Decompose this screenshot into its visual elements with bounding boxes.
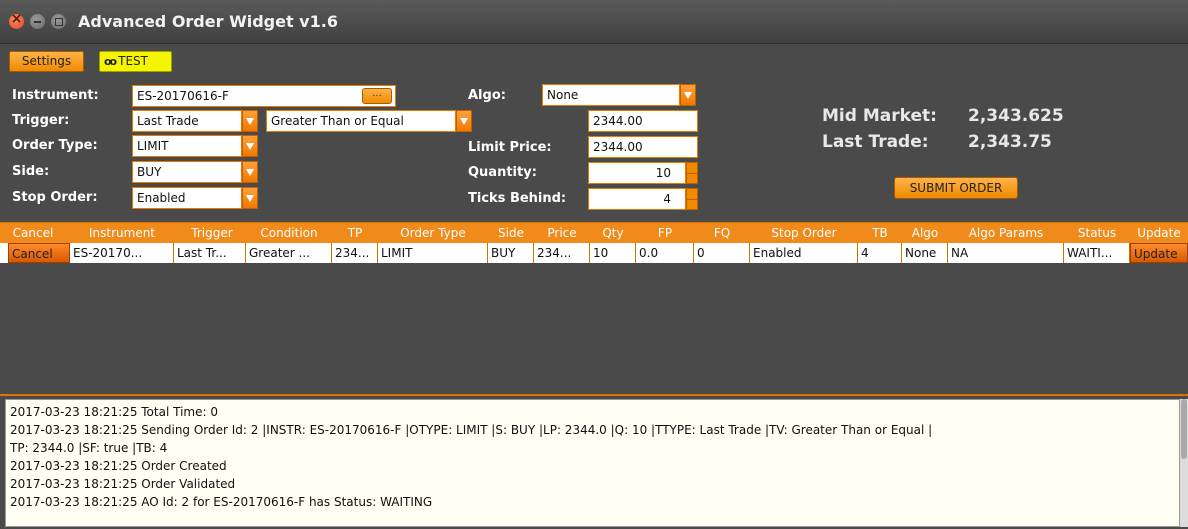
column-header[interactable]: Algo	[902, 223, 948, 243]
ticks-behind-spinner-icon[interactable]	[686, 188, 698, 210]
order-type-label: Order Type:	[12, 138, 98, 153]
log-line: 2017-03-23 18:21:25 AO Id: 2 for ES-2017…	[10, 495, 433, 509]
trigger-price-field[interactable]: 2344.00	[588, 110, 698, 132]
order-type-select[interactable]: LIMIT	[132, 135, 242, 157]
maximize-window-icon[interactable]	[51, 14, 66, 29]
trigger-select[interactable]: Last Trade	[132, 110, 242, 132]
table-cell-fq: 0	[694, 243, 750, 263]
column-header[interactable]: Trigger	[178, 223, 246, 243]
column-header[interactable]: Condition	[246, 223, 332, 243]
last-trade-value: 2,343.75	[968, 132, 1052, 152]
quantity-stepper[interactable]: 10	[588, 162, 686, 184]
table-row: Cancel ES-20170... Last Tr... Greater ..…	[0, 243, 1188, 263]
column-header[interactable]: Qty	[590, 223, 636, 243]
table-cell-algo: None	[902, 243, 948, 263]
cancel-order-button[interactable]: Cancel	[8, 243, 70, 263]
table-cell-stop-order: Enabled	[750, 243, 858, 263]
table-cell-qty: 10	[590, 243, 636, 263]
side-select[interactable]: BUY	[132, 161, 242, 183]
table-cell-instrument: ES-20170...	[70, 243, 174, 263]
log-line: 2017-03-23 18:21:25 Order Validated	[10, 477, 236, 491]
column-header[interactable]: Stop Order	[750, 223, 858, 243]
title-bar: Advanced Order Widget v1.6	[0, 0, 1188, 44]
table-cell-condition: Greater ...	[246, 243, 332, 263]
instrument-label: Instrument:	[12, 88, 99, 103]
column-header[interactable]: FP	[636, 223, 694, 243]
table-cell-algo-params: NA	[948, 243, 1064, 263]
order-type-dropdown-icon[interactable]	[242, 135, 258, 157]
side-dropdown-icon[interactable]	[242, 161, 258, 183]
mid-market-value: 2,343.625	[968, 106, 1064, 126]
log-line: 2017-03-23 18:21:25 Total Time: 0	[10, 405, 218, 419]
submit-order-button[interactable]: SUBMIT ORDER	[894, 177, 1018, 199]
log-line: 2017-03-23 18:21:25 Order Created	[10, 459, 227, 473]
log-line: TP: 2344.0 |SF: true |TB: 4	[10, 441, 168, 455]
side-label: Side:	[12, 164, 50, 179]
log-scrollbar[interactable]	[1180, 399, 1188, 527]
settings-button[interactable]: Settings	[9, 51, 84, 72]
stop-order-select[interactable]: Enabled	[132, 187, 242, 209]
instrument-browse-button[interactable]: ...	[362, 88, 392, 104]
algo-label: Algo:	[468, 88, 506, 103]
column-header[interactable]: Cancel	[0, 223, 66, 243]
condition-select[interactable]: Greater Than or Equal	[266, 110, 456, 132]
test-label: TEST	[118, 54, 148, 68]
column-header[interactable]: Price	[534, 223, 590, 243]
log-scrollbar-thumb[interactable]	[1181, 399, 1187, 459]
column-header[interactable]: TB	[858, 223, 902, 243]
column-header[interactable]: Update	[1130, 223, 1188, 243]
orders-table: Cancel Instrument Trigger Condition TP O…	[0, 222, 1188, 396]
stop-order-label: Stop Order:	[12, 190, 98, 205]
instrument-field[interactable]: ES-20170616-F	[132, 85, 396, 107]
limit-price-field[interactable]: 2344.00	[588, 136, 698, 158]
table-cell-order-type: LIMIT	[378, 243, 488, 263]
table-cell-tb: 4	[858, 243, 902, 263]
limit-price-label: Limit Price:	[468, 140, 552, 155]
trigger-label: Trigger:	[12, 113, 70, 128]
update-order-button[interactable]: Update	[1130, 243, 1188, 263]
last-trade-label: Last Trade:	[822, 132, 929, 152]
mid-market-label: Mid Market:	[822, 106, 937, 126]
table-header: Cancel Instrument Trigger Condition TP O…	[0, 223, 1188, 243]
close-window-icon[interactable]	[9, 11, 24, 29]
window-title: Advanced Order Widget v1.6	[78, 12, 338, 31]
column-header[interactable]: FQ	[694, 223, 750, 243]
table-cell-price: 234...	[534, 243, 590, 263]
ticks-behind-label: Ticks Behind:	[468, 191, 567, 206]
table-cell-side: BUY	[488, 243, 534, 263]
trigger-dropdown-icon[interactable]	[242, 110, 258, 132]
quantity-label: Quantity:	[468, 165, 537, 180]
link-icon: oo	[104, 55, 117, 68]
column-header[interactable]: Order Type	[378, 223, 488, 243]
table-cell-trigger: Last Tr...	[174, 243, 246, 263]
column-header[interactable]: Algo Params	[948, 223, 1064, 243]
column-header[interactable]: Instrument	[66, 223, 178, 243]
log-console[interactable]: 2017-03-23 18:21:25 Total Time: 0 2017-0…	[5, 399, 1180, 527]
table-cell-fp: 0.0	[636, 243, 694, 263]
ticks-behind-stepper[interactable]: 4	[588, 188, 686, 210]
minimize-window-icon[interactable]	[30, 14, 45, 29]
stop-order-dropdown-icon[interactable]	[242, 187, 258, 209]
column-header[interactable]: Status	[1064, 223, 1130, 243]
column-header[interactable]: Side	[488, 223, 534, 243]
table-cell-status: WAITI...	[1064, 243, 1130, 263]
algo-select[interactable]: None	[542, 84, 680, 106]
quantity-spinner-icon[interactable]	[686, 162, 698, 184]
table-cell-tp: 234...	[332, 243, 378, 263]
test-mode-button[interactable]: oo TEST	[99, 51, 172, 72]
algo-dropdown-icon[interactable]	[680, 84, 696, 106]
column-header[interactable]: TP	[332, 223, 378, 243]
condition-dropdown-icon[interactable]	[456, 110, 472, 132]
log-line: 2017-03-23 18:21:25 Sending Order Id: 2 …	[10, 423, 933, 437]
